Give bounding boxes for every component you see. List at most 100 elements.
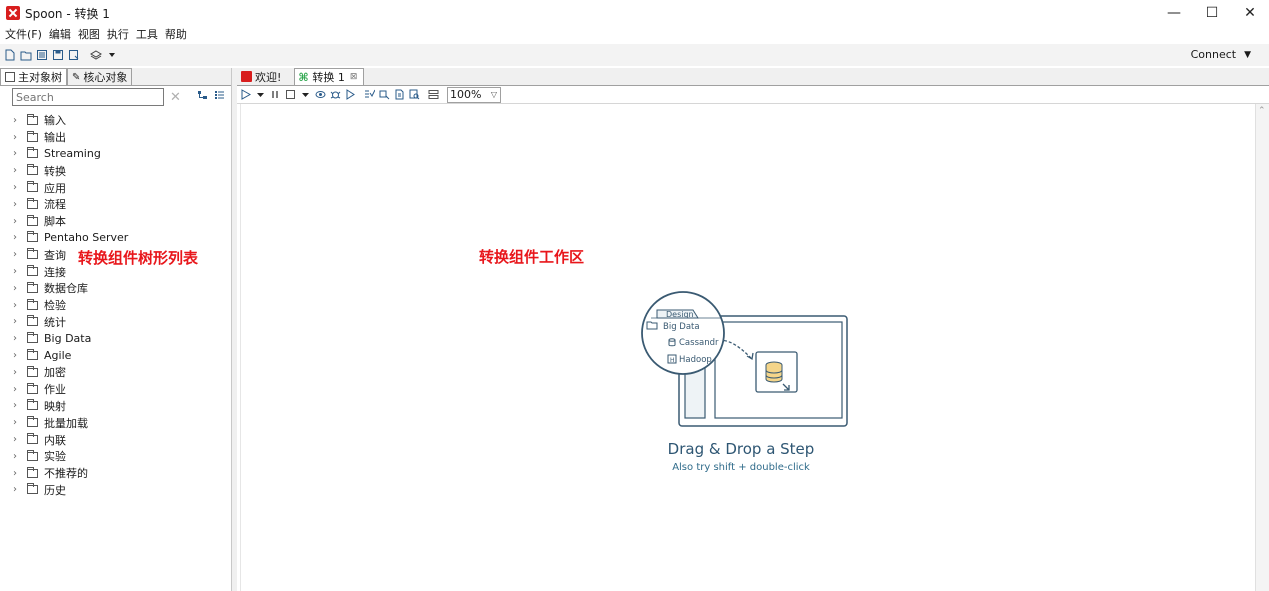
tab-core-objects[interactable]: ✎ 核心对象 [67,68,133,85]
tree-item[interactable]: › 实验 [0,448,230,465]
tree-item[interactable]: › Agile [0,347,230,364]
explore-repository-icon[interactable] [36,49,48,61]
preview-icon[interactable] [315,89,326,100]
tree-item[interactable]: › 转换 [0,162,230,179]
chevron-right-icon[interactable]: › [13,249,21,260]
tree-item[interactable]: › 映射 [0,398,230,415]
chevron-right-icon[interactable]: › [13,165,21,176]
folder-icon [27,281,38,293]
chevron-right-icon[interactable]: › [13,115,21,126]
chevron-right-icon[interactable]: › [13,316,21,327]
connect-button[interactable]: Connect ▼ [1191,48,1251,61]
tree-item[interactable]: › 历史 [0,482,230,499]
chevron-right-icon[interactable]: › [13,468,21,479]
tree-item-label: Streaming [44,147,101,161]
menu-file[interactable]: 文件(F) [5,26,42,42]
minimize-button[interactable]: — [1155,0,1193,26]
close-tab-icon[interactable]: ⊠ [350,72,358,82]
transformation-canvas[interactable]: 转换组件工作区 Design Big Data Cassandr H Hadoo… [240,104,1254,591]
open-file-icon[interactable] [20,49,32,61]
tab-transformation-1[interactable]: ⌘ 转换 1 ⊠ [294,68,365,85]
tree-item[interactable]: › 脚本 [0,213,230,230]
chevron-right-icon[interactable]: › [13,300,21,311]
menu-help[interactable]: 帮助 [165,26,187,42]
maximize-button[interactable]: ☐ [1193,0,1231,26]
tree-item[interactable]: › Streaming [0,146,230,163]
chevron-right-icon[interactable]: › [13,417,21,428]
tree-item[interactable]: › 统计 [0,314,230,331]
folder-icon [27,315,38,327]
run-dropdown-icon[interactable] [255,89,266,100]
chevron-right-icon[interactable]: › [13,451,21,462]
debug-icon[interactable] [330,89,341,100]
folder-icon [27,399,38,411]
tab-main-object-tree[interactable]: 主对象树 [0,68,67,85]
chevron-right-icon[interactable]: › [13,283,21,294]
replay-icon[interactable] [345,89,356,100]
chevron-right-icon[interactable]: › [13,434,21,445]
workspace-annotation: 转换组件工作区 [479,248,585,266]
tree-item[interactable]: › 加密 [0,364,230,381]
sql-icon[interactable] [394,89,405,100]
chevron-right-icon[interactable]: › [13,400,21,411]
close-button[interactable]: ✕ [1231,0,1269,26]
stop-dropdown-icon[interactable] [300,89,311,100]
menu-tools[interactable]: 工具 [136,26,158,42]
document-icon [5,72,15,82]
tab-welcome[interactable]: 欢迎! [237,68,288,85]
database-icon [765,361,783,383]
tree-item[interactable]: › 内联 [0,431,230,448]
explore-db-icon[interactable] [409,89,420,100]
collapse-tree-icon[interactable] [214,90,225,104]
menu-bar: 文件(F) 编辑 视图 执行 工具 帮助 [0,26,1269,42]
tree-item[interactable]: › Pentaho Server [0,230,230,247]
chevron-right-icon[interactable]: › [13,216,21,227]
chevron-right-icon[interactable]: › [13,148,21,159]
clear-search-icon[interactable]: ✕ [170,90,181,105]
pause-icon[interactable] [270,89,281,100]
chevron-right-icon[interactable]: › [13,132,21,143]
tree-annotation: 转换组件树形列表 [78,249,199,267]
chevron-right-icon[interactable]: › [13,384,21,395]
hadoop-label: Hadoop [679,355,712,365]
tree-item[interactable]: › 输入 [0,112,230,129]
chevron-right-icon[interactable]: › [13,199,21,210]
chevron-right-icon[interactable]: › [13,350,21,361]
chevron-right-icon[interactable]: › [13,367,21,378]
tree-item[interactable]: › 不推荐的 [0,465,230,482]
run-icon[interactable] [240,89,251,100]
tree-item[interactable]: › 数据仓库 [0,280,230,297]
zoom-select[interactable]: 100% ▽ [447,86,501,103]
impact-icon[interactable] [379,89,390,100]
scroll-up-icon[interactable]: ⌃ [1258,106,1266,116]
chevron-right-icon[interactable]: › [13,182,21,193]
chevron-right-icon[interactable]: › [13,484,21,495]
new-file-icon[interactable] [4,49,16,61]
tree-item[interactable]: › 输出 [0,129,230,146]
search-input[interactable] [12,88,164,106]
chevron-right-icon[interactable]: › [13,333,21,344]
vertical-scrollbar[interactable]: ⌃ [1255,104,1269,591]
save-icon[interactable] [52,49,64,61]
save-as-icon[interactable] [68,49,80,61]
tree-item[interactable]: › Big Data [0,330,230,347]
chevron-right-icon[interactable]: › [13,266,21,277]
tree-item[interactable]: › 作业 [0,381,230,398]
tree-item-label: 输出 [44,131,66,145]
chevron-right-icon[interactable]: › [13,232,21,243]
verify-icon[interactable] [364,89,375,100]
tree-item[interactable]: › 流程 [0,196,230,213]
layers-dropdown-icon[interactable] [106,49,118,61]
tree-item[interactable]: › 应用 [0,179,230,196]
menu-edit[interactable]: 编辑 [49,26,71,42]
tree-item[interactable]: › 检验 [0,297,230,314]
grid-icon[interactable] [428,89,439,100]
folder-icon [27,248,38,260]
tree-item[interactable]: › 批量加载 [0,414,230,431]
expand-tree-icon[interactable] [197,90,208,104]
layers-icon[interactable] [90,49,102,61]
stop-icon[interactable] [285,89,296,100]
menu-run[interactable]: 执行 [107,26,129,42]
menu-view[interactable]: 视图 [78,26,100,42]
tree-tools [197,90,225,104]
